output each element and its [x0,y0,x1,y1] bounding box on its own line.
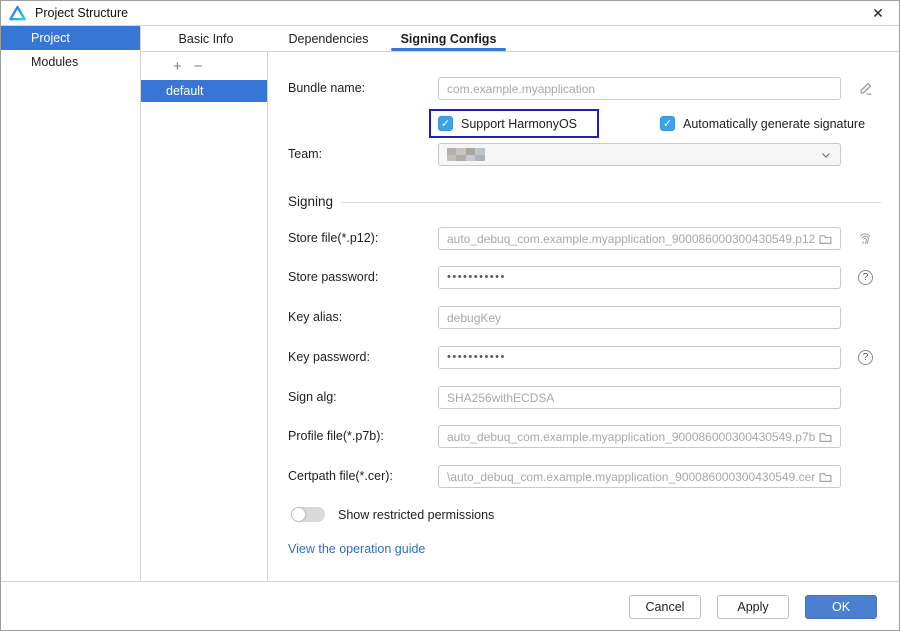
tab-basic-info[interactable]: Basic Info [161,26,251,51]
auto-signature-group: ✓ Automatically generate signature [660,109,865,138]
store-file-row: Store file(*.p12): auto_debuq_com.exampl… [268,227,899,250]
key-password-input[interactable]: ••••••••••• [438,346,841,369]
checkbox-row: ✓ Support HarmonyOS ✓ Automatically gene… [268,109,899,141]
bundle-name-value: com.example.myapplication [447,81,596,96]
section-divider [341,202,881,203]
bundle-name-label: Bundle name: [288,81,366,95]
signing-section-header: Signing [288,194,881,209]
profile-file-value: auto_debuq_com.example.myapplication_900… [447,429,816,444]
key-alias-label: Key alias: [288,310,343,324]
config-item-default[interactable]: default [141,80,267,102]
bundle-name-row: Bundle name: com.example.myapplication [268,77,899,100]
certpath-file-input[interactable]: \auto_debuq_com.example.myapplication_90… [438,465,841,488]
store-file-value: auto_debuq_com.example.myapplication_900… [447,231,816,246]
sign-alg-value: SHA256withECDSA [447,390,555,405]
key-alias-value: debugKey [447,310,502,325]
store-file-label: Store file(*.p12): [288,231,379,245]
certpath-file-label: Certpath file(*.cer): [288,469,393,483]
sign-alg-label: Sign alg: [288,390,337,404]
store-password-input[interactable]: ••••••••••• [438,266,841,289]
team-dropdown[interactable] [438,143,841,166]
folder-icon[interactable] [819,233,832,245]
certpath-file-row: Certpath file(*.cer): \auto_debuq_com.ex… [268,465,899,488]
store-password-value: ••••••••••• [447,271,506,283]
team-value-redacted [447,148,485,161]
folder-icon[interactable] [819,431,832,443]
remove-config-button[interactable]: − [194,59,203,74]
title-bar: Project Structure ✕ [1,1,899,26]
window-title: Project Structure [35,6,129,20]
folder-icon[interactable] [819,471,832,483]
close-icon[interactable]: ✕ [867,4,889,23]
sign-alg-row: Sign alg: SHA256withECDSA [268,386,899,409]
auto-signature-label: Automatically generate signature [683,116,866,131]
guide-link-row: View the operation guide [268,541,899,564]
fingerprint-icon[interactable] [856,229,873,246]
key-password-value: ••••••••••• [447,351,506,363]
operation-guide-link[interactable]: View the operation guide [288,541,425,557]
show-restricted-toggle[interactable] [291,507,325,522]
key-alias-input[interactable]: debugKey [438,306,841,329]
store-password-label: Store password: [288,270,379,284]
tab-signing-configs[interactable]: Signing Configs [391,26,506,51]
sidebar-item-modules[interactable]: Modules [1,50,140,74]
restricted-permissions-row: Show restricted permissions [268,504,899,527]
ok-button[interactable]: OK [805,595,877,619]
add-config-button[interactable]: + [173,59,182,74]
auto-signature-checkbox[interactable]: ✓ [660,116,675,131]
project-structure-dialog: Project Structure ✕ Project Modules Basi… [0,0,900,631]
store-password-row: Store password: ••••••••••• [268,266,899,289]
sidebar-item-project[interactable]: Project [1,26,140,50]
support-harmonyos-checkbox[interactable]: ✓ [438,116,453,131]
support-harmonyos-highlight: ✓ Support HarmonyOS [429,109,599,138]
cancel-button[interactable]: Cancel [629,595,701,619]
key-password-label: Key password: [288,350,370,364]
signing-section-title: Signing [288,194,334,209]
support-harmonyos-label: Support HarmonyOS [461,116,578,131]
apply-button[interactable]: Apply [717,595,789,619]
profile-file-input[interactable]: auto_debuq_com.example.myapplication_900… [438,425,841,448]
key-password-row: Key password: ••••••••••• [268,346,899,369]
key-password-help-icon[interactable]: ? [857,349,874,366]
bundle-name-input[interactable]: com.example.myapplication [438,77,841,100]
profile-file-row: Profile file(*.p7b): auto_debuq_com.exam… [268,425,899,448]
sidebar: Project Modules [1,26,141,581]
store-password-help-icon[interactable]: ? [857,269,874,286]
tab-bar: Basic Info Dependencies Signing Configs [141,26,899,52]
certpath-file-value: \auto_debuq_com.example.myapplication_90… [447,469,816,484]
sign-alg-input[interactable]: SHA256withECDSA [438,386,841,409]
tab-dependencies[interactable]: Dependencies [281,26,376,51]
chevron-down-icon [822,152,830,158]
team-label: Team: [288,147,323,161]
team-row: Team: [268,143,899,166]
toggle-knob [292,508,305,521]
config-list-toolbar: + − [141,52,267,80]
profile-file-label: Profile file(*.p7b): [288,429,384,443]
signing-config-form: Bundle name: com.example.myapplication ✓… [268,52,899,581]
deveco-logo-icon [9,5,26,20]
store-file-input[interactable]: auto_debuq_com.example.myapplication_900… [438,227,841,250]
edit-pencil-icon[interactable] [857,80,874,97]
dialog-footer: Cancel Apply OK [1,581,899,630]
key-alias-row: Key alias: debugKey [268,306,899,329]
signing-config-list: + − default [141,52,268,581]
show-restricted-label: Show restricted permissions [338,508,495,522]
